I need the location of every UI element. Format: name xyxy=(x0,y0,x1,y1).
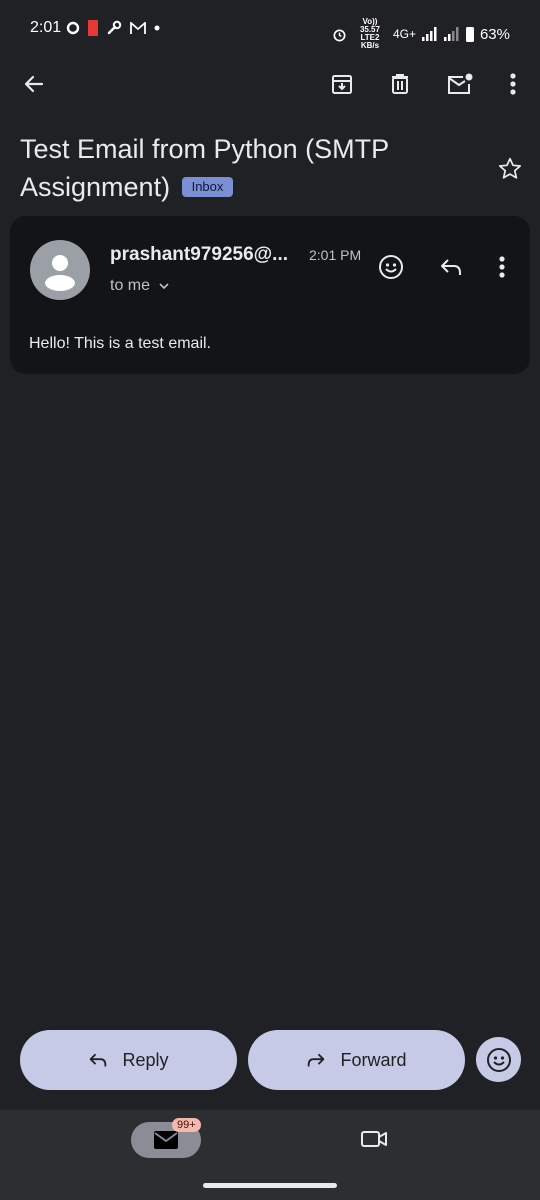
more-options-button[interactable] xyxy=(498,62,528,106)
reply-button[interactable]: Reply xyxy=(20,1030,237,1090)
forward-label: Forward xyxy=(340,1049,407,1070)
message-more-button[interactable] xyxy=(490,250,514,284)
more-vert-icon xyxy=(510,73,516,95)
message-time: 2:01 PM xyxy=(309,247,362,263)
archive-button[interactable] xyxy=(324,62,360,106)
unread-count-badge: 99+ xyxy=(172,1118,201,1132)
message-body: Hello! This is a test email. xyxy=(29,335,211,352)
home-indicator[interactable] xyxy=(203,1183,337,1188)
smiley-icon xyxy=(486,1047,511,1072)
signal-strength-icon xyxy=(421,27,437,41)
recipient-text: to me xyxy=(110,277,151,294)
app-bar xyxy=(0,58,540,110)
sender-name[interactable]: prashant979256@... xyxy=(110,244,288,266)
star-icon xyxy=(498,157,522,179)
bottom-navigation: 99+ xyxy=(0,1110,540,1200)
inbox-label-chip[interactable]: Inbox xyxy=(181,177,234,197)
avatar[interactable] xyxy=(30,240,90,300)
battery-percent: 63% xyxy=(479,25,510,43)
back-arrow-icon xyxy=(24,75,44,93)
reply-label: Reply xyxy=(122,1049,169,1070)
back-button[interactable] xyxy=(16,62,52,106)
more-notifications-dot-icon xyxy=(154,25,160,31)
status-time: 2:01 xyxy=(30,19,62,36)
chevron-down-icon xyxy=(159,283,169,290)
alarm-icon xyxy=(333,28,346,41)
mark-unread-button[interactable] xyxy=(442,62,478,106)
more-vert-icon xyxy=(499,256,505,278)
battery-icon xyxy=(465,27,474,42)
archive-icon xyxy=(332,75,352,94)
signal-strength-2-icon xyxy=(443,27,459,41)
message-card[interactable]: prashant979256@... 2:01 PM to me Hello! … xyxy=(10,216,530,374)
forward-button[interactable]: Forward xyxy=(248,1030,465,1090)
status-bar: 2:01 Vo)) 35.57 LTE2 KB/s 4G+ 63% xyxy=(0,0,540,58)
reply-icon-button[interactable] xyxy=(434,250,468,284)
reply-icon xyxy=(90,1053,107,1067)
star-button[interactable] xyxy=(497,156,523,187)
forward-icon xyxy=(308,1053,325,1067)
network-speed-line2: LTE2 KB/s xyxy=(360,33,380,50)
emoji-reaction-button[interactable] xyxy=(374,250,408,284)
trash-icon xyxy=(392,74,408,94)
recipient-toggle[interactable]: to me xyxy=(110,277,170,295)
video-camera-icon xyxy=(361,1131,387,1147)
network-type: 4G+ xyxy=(392,27,416,41)
person-icon xyxy=(45,255,75,291)
smiley-icon xyxy=(379,255,403,279)
emoji-react-fab[interactable] xyxy=(476,1037,521,1082)
network-speed-line1: Vo)) 35.57 xyxy=(359,17,380,34)
gmail-icon xyxy=(130,21,146,34)
nav-meet-tab[interactable] xyxy=(360,1128,388,1155)
mail-icon xyxy=(154,1131,178,1149)
email-subject: Test Email from Python (SMTP Assignment)… xyxy=(20,130,480,206)
reply-icon xyxy=(441,259,461,275)
mark-unread-icon xyxy=(448,73,473,94)
delete-button[interactable] xyxy=(382,62,418,106)
wrench-icon xyxy=(107,20,122,35)
notification-circle-icon xyxy=(66,21,80,35)
red-app-icon xyxy=(88,20,98,36)
status-right-icons: Vo)) 35.57 LTE2 KB/s 4G+ 63% xyxy=(332,18,510,50)
status-left-icons xyxy=(66,20,160,36)
volte-indicator: Vo)) 35.57 LTE2 KB/s xyxy=(353,18,387,50)
